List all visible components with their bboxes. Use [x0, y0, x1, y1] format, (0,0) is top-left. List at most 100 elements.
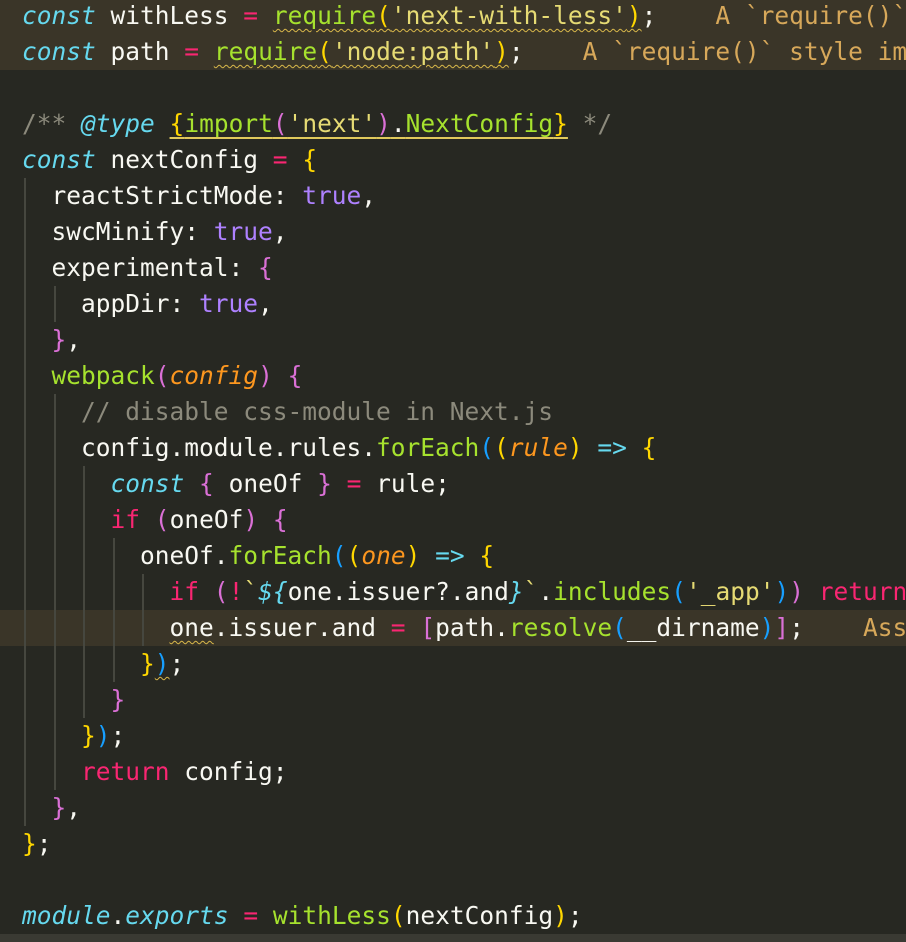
code-line[interactable]: reactStrictMode: true,: [0, 178, 906, 214]
code-token: ): [243, 505, 259, 534]
code-line[interactable]: };: [0, 826, 906, 862]
indent-guide: [83, 538, 85, 574]
code-token: '_app': [685, 577, 775, 606]
code-line[interactable]: const path = require('node:path'); A `re…: [0, 34, 906, 70]
code-token: (: [479, 433, 495, 462]
code-line[interactable]: oneOf.forEach((one) => {: [0, 538, 906, 574]
indent-guide: [53, 718, 56, 754]
code-token: (: [612, 613, 627, 642]
code-line[interactable]: config.module.rules.forEach((rule) => {: [0, 430, 906, 466]
indent-guide: [24, 610, 26, 646]
code-line[interactable]: const nextConfig = {: [0, 142, 906, 178]
code-line[interactable]: });: [0, 718, 906, 754]
code-line[interactable]: module.exports = withLess(nextConfig);: [0, 898, 906, 934]
indent-guide: [112, 574, 115, 610]
indent-guide: [83, 610, 85, 646]
code-line[interactable]: swcMinify: true,: [0, 214, 906, 250]
code-line[interactable]: return config;: [0, 754, 906, 790]
code-line[interactable]: const { oneOf } = rule;: [0, 466, 906, 502]
code-token: ): [405, 541, 421, 570]
code-token: ): [774, 577, 790, 606]
code-token: (: [494, 433, 509, 462]
code-line[interactable]: experimental: {: [0, 250, 906, 286]
code-line[interactable]: // disable css-module in Next.js: [0, 394, 906, 430]
indent-guide: [24, 538, 26, 574]
indent-guide: [53, 538, 56, 574]
code-token: {: [479, 541, 495, 570]
code-line[interactable]: });: [0, 646, 906, 682]
code-line[interactable]: const withLess = require('next-with-less…: [0, 0, 906, 34]
indent-guide: [83, 646, 85, 682]
code-line[interactable]: webpack(config) {: [0, 358, 906, 394]
code-token: config;: [169, 757, 288, 786]
indent-guide: [53, 646, 56, 682]
code-line[interactable]: [0, 70, 906, 106]
indent-guide: [53, 394, 56, 430]
indent-guide: [83, 502, 85, 538]
code-token: }: [508, 577, 524, 606]
code-token: return: [81, 757, 170, 786]
code-token: true: [199, 289, 259, 318]
horizontal-scrollbar[interactable]: [0, 934, 906, 942]
code-token: swcMinify:: [22, 217, 214, 246]
code-token: resolve: [508, 613, 613, 642]
indent-guide: [24, 430, 26, 466]
code-token: ;: [36, 829, 52, 858]
code-token: ): [258, 361, 273, 390]
indent-guide: [24, 250, 26, 286]
code-token: =: [390, 613, 406, 642]
code-token: ): [553, 901, 568, 930]
code-token: .: [390, 109, 406, 138]
code-token: if: [110, 505, 141, 534]
code-line[interactable]: },: [0, 322, 906, 358]
code-token: /**: [22, 109, 82, 138]
code-token: ;: [169, 649, 185, 678]
code-token: ): [567, 433, 583, 462]
indent-guide: [142, 610, 144, 646]
code-editor[interactable]: const withLess = require('next-with-less…: [0, 0, 906, 942]
code-token: require: [272, 1, 377, 30]
code-line[interactable]: if (!`${one.issuer?.and}`.includes('_app…: [0, 574, 906, 610]
code-line[interactable]: /** @type {import('next').NextConfig} */: [0, 106, 906, 142]
code-token: @type: [81, 109, 155, 138]
code-token: 'node:path': [331, 37, 495, 66]
code-token: import: [184, 109, 273, 138]
indent-guide: [83, 682, 85, 718]
code-token: ,: [66, 793, 82, 822]
code-line[interactable]: [0, 862, 906, 898]
code-token: {: [272, 505, 288, 534]
code-token: experimental:: [22, 253, 259, 282]
code-token: require: [213, 37, 318, 66]
code-line[interactable]: if (oneOf) {: [0, 502, 906, 538]
code-line[interactable]: appDir: true,: [0, 286, 906, 322]
indent-guide: [53, 754, 56, 790]
code-token: ): [759, 613, 775, 642]
code-token: true: [302, 181, 362, 210]
code-line[interactable]: }: [0, 682, 906, 718]
code-token: ): [376, 109, 391, 138]
code-token: rule: [508, 433, 568, 462]
code-token: `: [523, 577, 539, 606]
code-token: =: [346, 469, 362, 498]
indent-guide: [112, 610, 115, 646]
indent-guide: [53, 682, 56, 718]
code-line[interactable]: },: [0, 790, 906, 826]
code-token: config: [169, 361, 259, 390]
indent-guide: [142, 574, 144, 610]
code-token: one.issuer?.and: [287, 577, 509, 606]
code-line[interactable]: one.issuer.and = [path.resolve(__dirname…: [0, 610, 906, 646]
code-token: =: [243, 901, 259, 930]
indent-guide: [24, 394, 26, 430]
code-token: }: [553, 109, 568, 138]
code-token: =: [243, 1, 259, 30]
indent-guide: [53, 502, 56, 538]
code-token: includes: [553, 577, 672, 606]
